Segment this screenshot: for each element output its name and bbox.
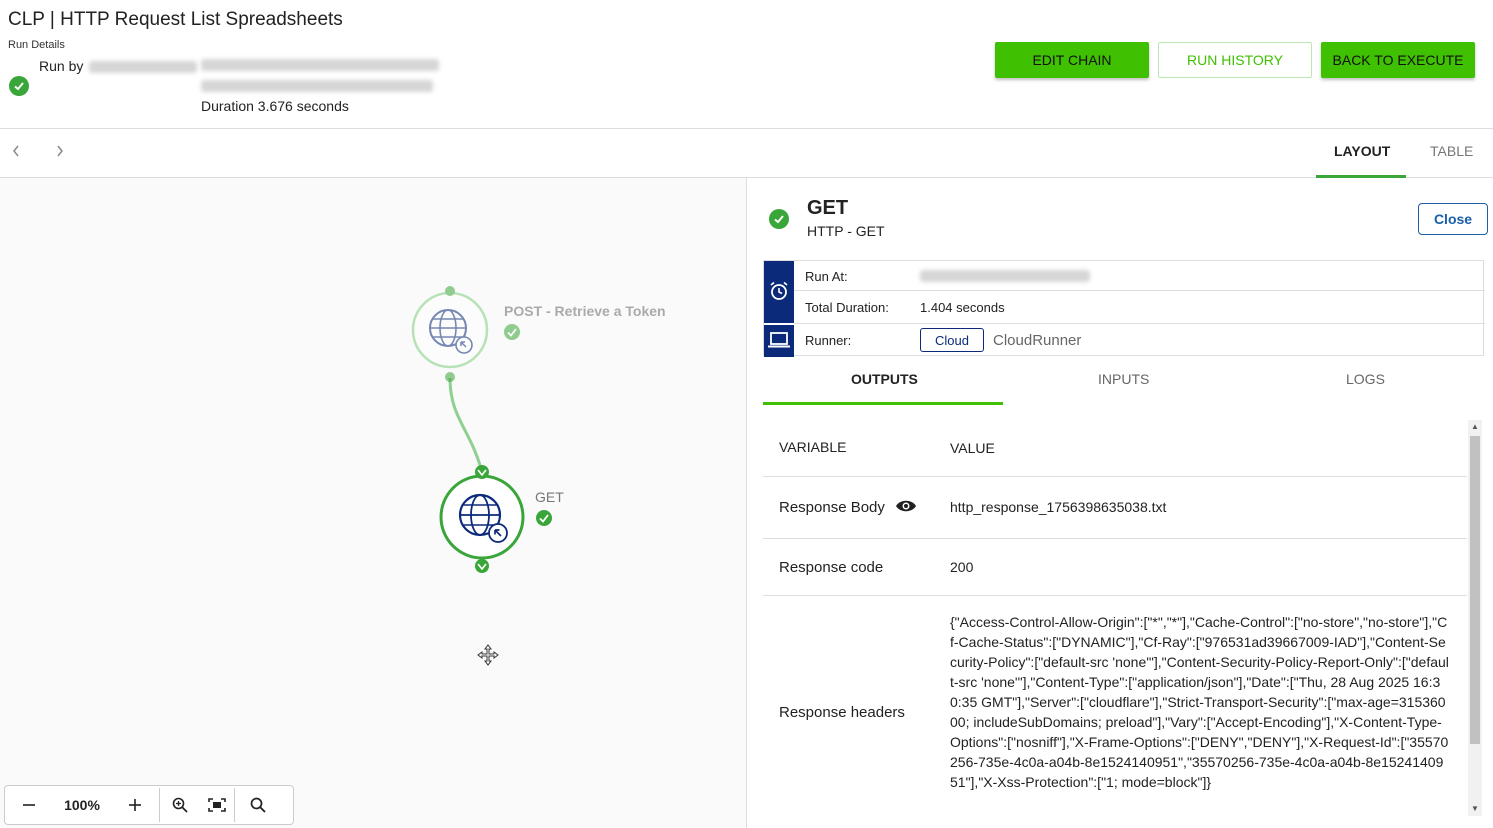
run-duration: Duration 3.676 seconds (201, 98, 349, 114)
step-subtitle: HTTP - GET (807, 223, 885, 239)
variable-value: http_response_1756398635038.txt (950, 497, 1450, 517)
run-details-label: Run Details (8, 39, 65, 51)
table-row: Response code 200 (763, 539, 1467, 596)
zoom-in-icon[interactable] (160, 786, 200, 824)
table-header-row: VARIABLE VALUE (763, 421, 1467, 477)
band-divider (764, 323, 794, 325)
minus-icon[interactable] (5, 786, 53, 824)
page-title: CLP | HTTP Request List Spreadsheets (8, 9, 343, 31)
tab-logs[interactable]: LOGS (1346, 371, 1385, 387)
info-band (764, 261, 794, 357)
variable-name: Response code (779, 559, 883, 576)
redacted-user (89, 61, 197, 73)
run-at-label: Run At: (805, 269, 848, 284)
scroll-up-icon[interactable]: ▲ (1471, 422, 1479, 431)
eye-icon[interactable] (895, 499, 917, 513)
redacted-run-at (920, 270, 1090, 282)
runner-chip: Cloud (920, 328, 984, 352)
info-row-run-at: Run At: (794, 261, 1485, 291)
column-header-variable: VARIABLE (779, 439, 846, 455)
outputs-tab-indicator (763, 402, 1003, 405)
runner-label: Runner: (805, 333, 851, 348)
zoom-toolbar: 100% (4, 785, 294, 825)
variable-name: Response Body (779, 499, 885, 516)
node-label-get[interactable]: GET (535, 489, 564, 505)
runner-value: CloudRunner (993, 332, 1081, 349)
outputs-scrollbar[interactable]: ▲ ▼ (1468, 420, 1482, 816)
node-post-status-icon (504, 324, 520, 340)
node-get (441, 465, 523, 573)
table-row: Response headers {"Access-Control-Allow-… (763, 596, 1467, 828)
connector-edge (450, 378, 482, 472)
tab-outputs[interactable]: OUTPUTS (851, 371, 918, 387)
redacted-ended (201, 80, 433, 92)
run-by: Run by (39, 58, 197, 74)
back-to-execute-button[interactable]: BACK TO EXECUTE (1321, 42, 1475, 78)
run-by-label: Run by (39, 58, 83, 74)
total-duration-label: Total Duration: (805, 300, 889, 315)
step-title: GET (807, 197, 848, 220)
fit-screen-icon[interactable] (200, 786, 234, 824)
scroll-thumb[interactable] (1470, 436, 1480, 744)
variable-name: Response headers (779, 704, 905, 721)
laptop-icon (768, 332, 790, 348)
chevron-left-icon[interactable] (11, 144, 21, 163)
tab-table[interactable]: TABLE (1430, 143, 1473, 159)
info-row-total-duration: Total Duration: 1.404 seconds (794, 291, 1485, 324)
total-duration-value: 1.404 seconds (920, 300, 1005, 315)
node-label-post[interactable]: POST - Retrieve a Token (504, 303, 666, 319)
outputs-table: VARIABLE VALUE Response Body http_respon… (763, 421, 1467, 828)
flow-canvas[interactable]: POST - Retrieve a Token GET 100% (0, 178, 747, 828)
node-get-status-icon (536, 510, 552, 526)
run-success-icon (9, 76, 29, 96)
chevron-right-icon[interactable] (55, 144, 65, 163)
run-history-button[interactable]: RUN HISTORY (1158, 42, 1312, 78)
plus-icon[interactable] (111, 786, 159, 824)
variable-value: 200 (950, 557, 1450, 577)
zoom-level: 100% (53, 786, 111, 824)
flow-diagram (0, 178, 747, 778)
move-cursor-icon (478, 645, 498, 665)
variable-value: {"Access-Control-Allow-Origin":["*","*"]… (950, 612, 1450, 792)
scroll-down-icon[interactable]: ▼ (1471, 804, 1479, 813)
info-row-runner: Runner: Cloud CloudRunner (794, 324, 1485, 357)
alarm-clock-icon (769, 281, 789, 301)
node-post-retrieve-token (413, 286, 487, 382)
tab-layout[interactable]: LAYOUT (1334, 143, 1390, 159)
edit-chain-button[interactable]: EDIT CHAIN (995, 42, 1149, 78)
view-toolbar: LAYOUT TABLE (0, 129, 1493, 178)
table-row: Response Body http_response_175639863503… (763, 477, 1467, 539)
column-header-value: VALUE (950, 438, 1450, 458)
page-header: CLP | HTTP Request List Spreadsheets Run… (0, 0, 1493, 129)
tab-inputs[interactable]: INPUTS (1098, 371, 1149, 387)
run-info-box: Run At: Total Duration: 1.404 seconds Ru… (763, 260, 1484, 356)
step-detail-panel: GET HTTP - GET Close Run At: Total Durat… (747, 178, 1493, 828)
redacted-started (201, 59, 439, 71)
step-success-icon (769, 209, 789, 229)
close-button[interactable]: Close (1418, 203, 1488, 235)
search-icon[interactable] (235, 786, 281, 824)
